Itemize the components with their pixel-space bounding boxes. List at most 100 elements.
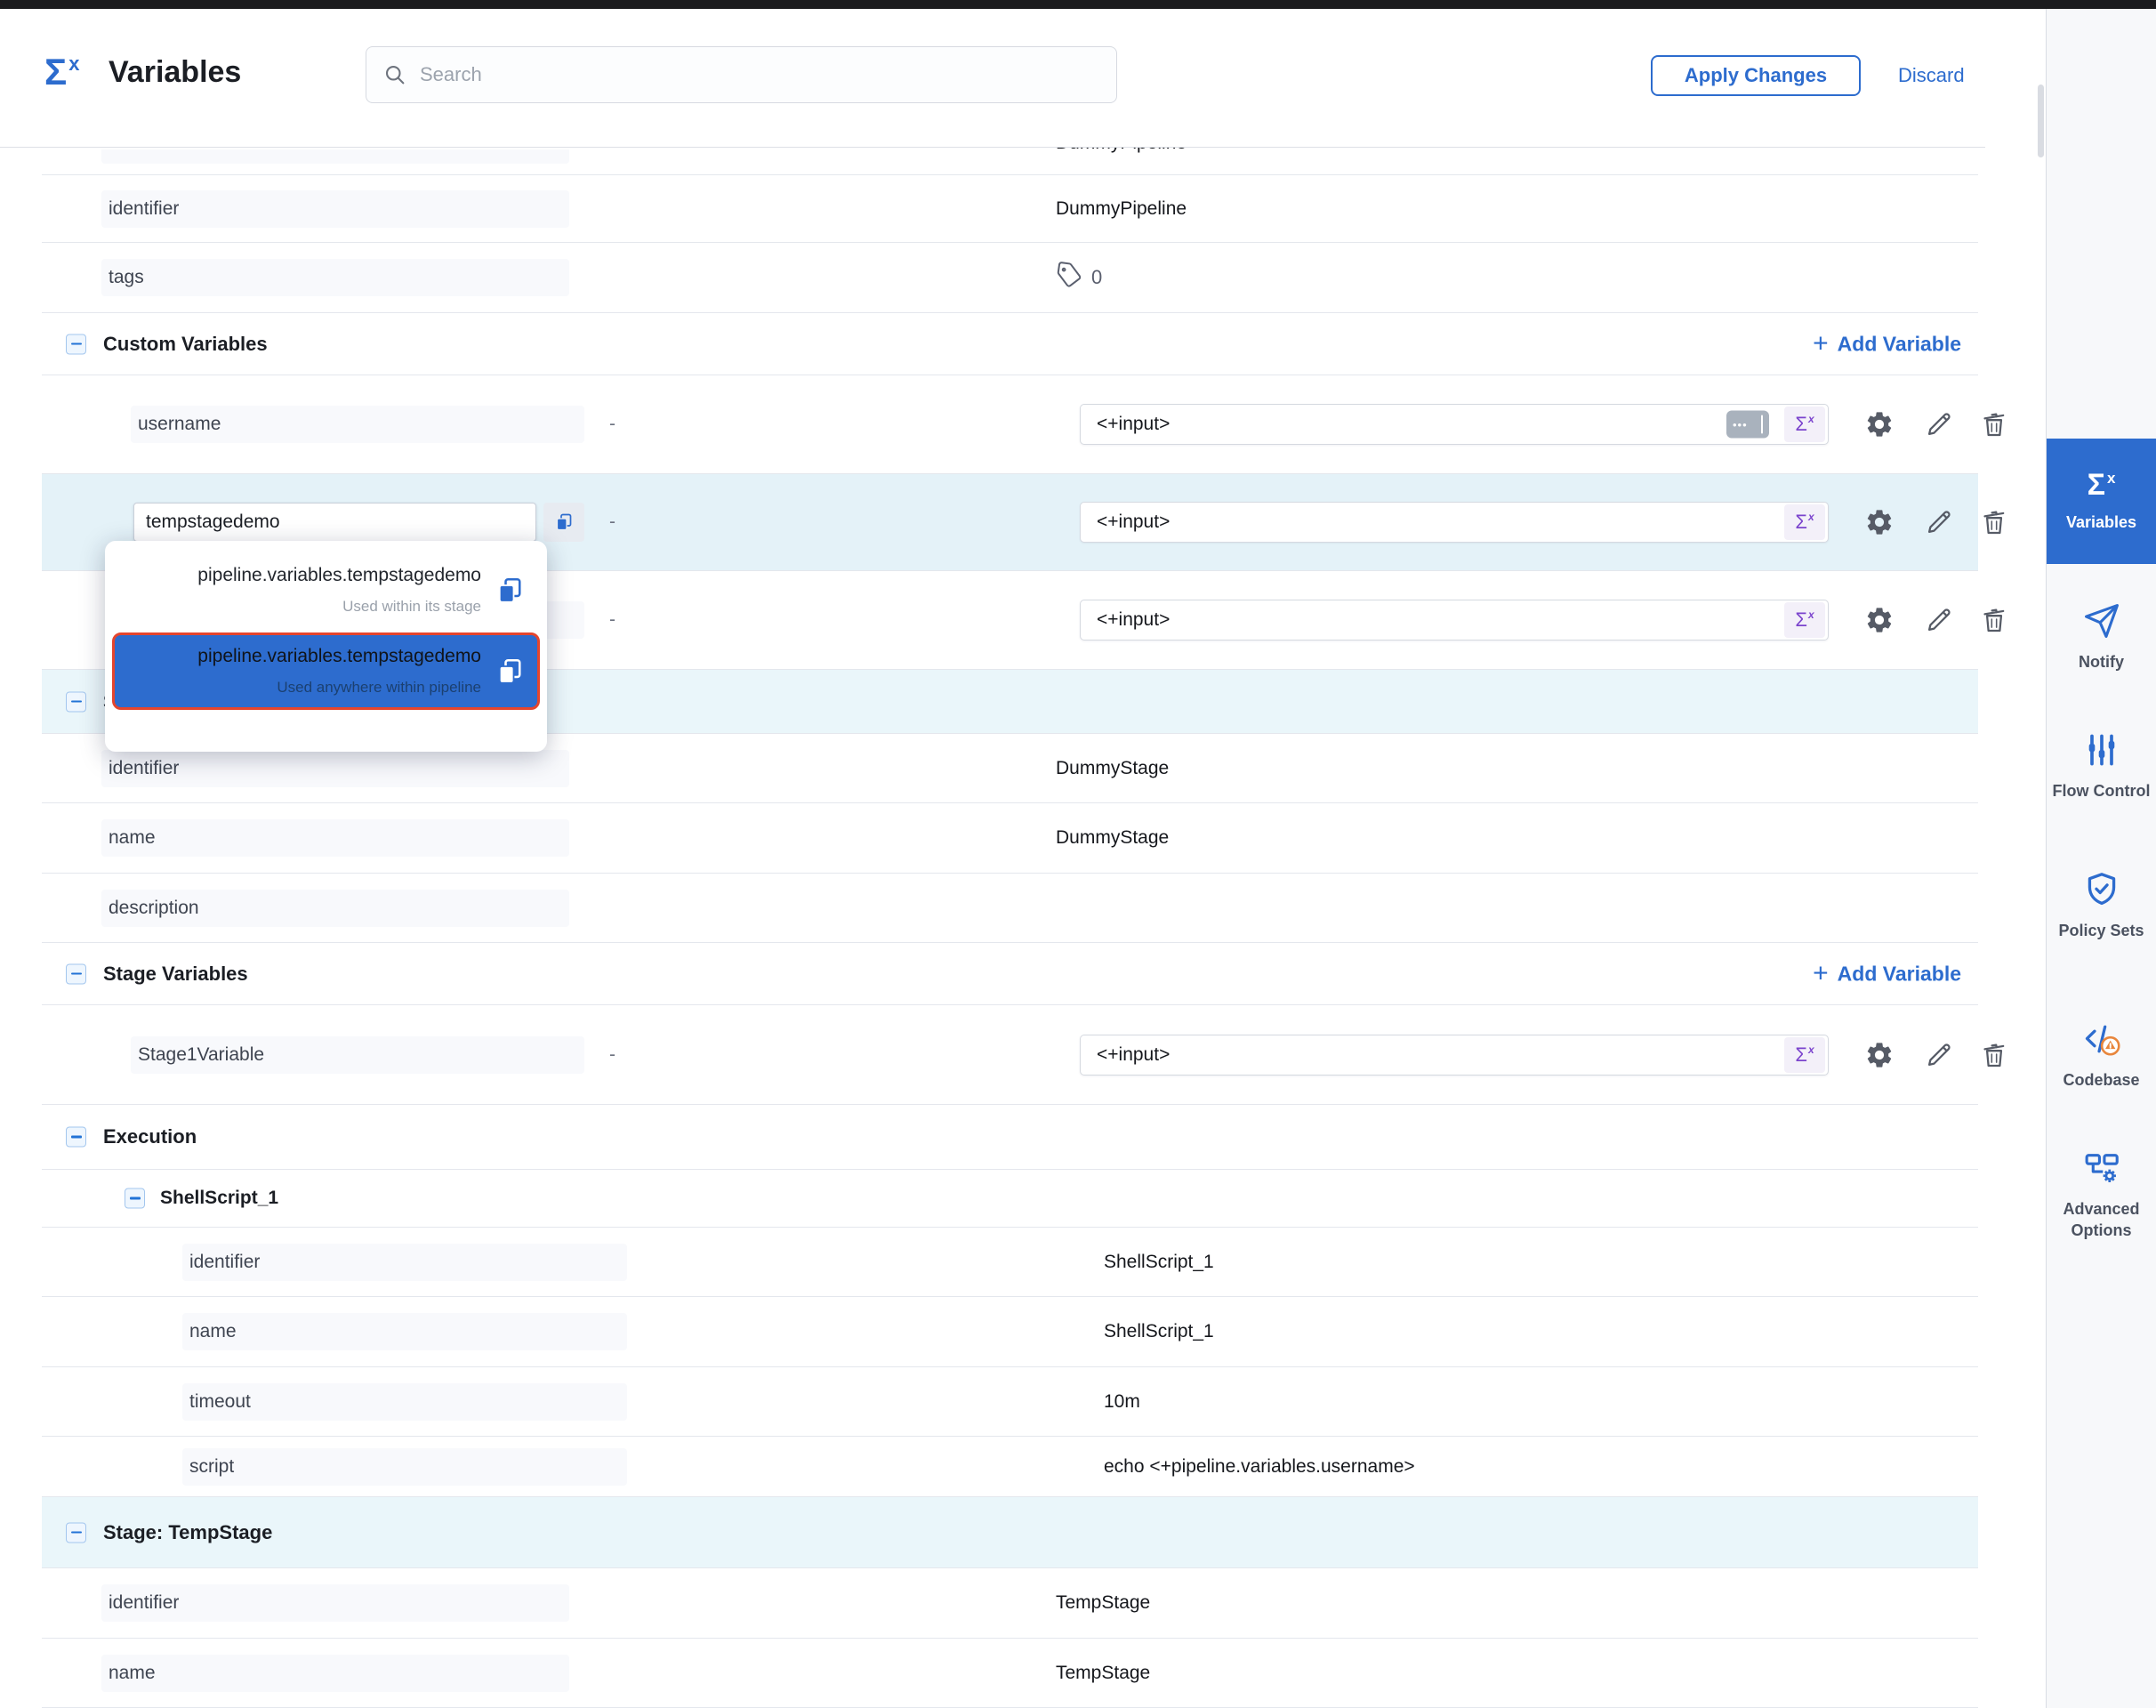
variable-value-input[interactable]: <+input> Σx <box>1080 404 1829 445</box>
sigma-x-icon: Σx <box>2088 470 2116 500</box>
variable-value-input[interactable]: <+input>Σx <box>1080 1035 1829 1076</box>
variable-description-dash: - <box>609 414 615 435</box>
collapse-toggle-icon[interactable] <box>66 1522 86 1543</box>
variable-edit-button[interactable] <box>1924 409 1954 439</box>
expression-sigma-icon[interactable]: Σx <box>1784 407 1825 442</box>
field-label-pill: name <box>101 1655 569 1692</box>
shield-check-icon <box>2082 870 2121 909</box>
field-row: name ShellScript_1 <box>42 1297 1978 1367</box>
variable-settings-button[interactable] <box>1864 507 1895 537</box>
copy-variable-path-button[interactable] <box>543 503 584 542</box>
sidebar-item-label: Codebase <box>2057 1070 2144 1092</box>
field-label: identifier <box>109 1592 179 1614</box>
field-label: name <box>109 827 156 849</box>
code-warning-icon <box>2082 1019 2121 1059</box>
copy-option-path: pipeline.variables.tempstagedemo <box>132 565 481 586</box>
sidebar-item-notify[interactable]: Notify <box>2047 601 2156 673</box>
plus-icon: + <box>1813 334 1829 355</box>
tag-count: 0 <box>1091 266 1102 289</box>
section-title: Execution <box>103 1125 197 1148</box>
variable-edit-button[interactable] <box>1924 1040 1954 1070</box>
field-label: tags <box>109 267 144 288</box>
copy-option-scope: Used within its stage <box>132 598 481 616</box>
variable-description-dash: - <box>609 512 615 533</box>
window-top-bar <box>0 0 2156 9</box>
field-row: timeout10m <box>42 1367 1978 1437</box>
section-header-row: Execution <box>42 1105 1978 1170</box>
copy-icon[interactable] <box>494 656 526 688</box>
search-box[interactable] <box>366 46 1117 103</box>
plus-icon: + <box>1813 963 1829 985</box>
variable-row: username - <+input> Σx <box>42 375 1978 474</box>
copy-icon[interactable] <box>494 575 526 607</box>
variable-name: tempstagedemo <box>146 512 280 533</box>
field-label: name <box>189 1321 237 1342</box>
collapse-toggle-icon[interactable] <box>66 334 86 354</box>
variable-delete-button[interactable] <box>1979 507 2009 537</box>
expression-sigma-icon[interactable]: Σx <box>1784 504 1825 540</box>
expression-sigma-icon[interactable]: Σx <box>1784 602 1825 638</box>
copy-option-path: pipeline.variables.tempstagedemo <box>132 646 481 667</box>
variable-edit-button[interactable] <box>1924 507 1954 537</box>
section-header-row: Stage Variables+Add Variable <box>42 943 1978 1005</box>
variable-value-text: <+input> <box>1097 512 1170 533</box>
copy-option-pipeline-scope[interactable]: pipeline.variables.tempstagedemo Used an… <box>112 632 540 710</box>
copy-option-text: pipeline.variables.tempstagedemo Used wi… <box>132 565 481 616</box>
sidebar-item-flow-control[interactable]: Flow Control <box>2047 730 2156 802</box>
variable-delete-button[interactable] <box>1979 605 2009 635</box>
section-header-row: Stage: TempStage <box>42 1497 1978 1568</box>
copy-option-stage-scope[interactable]: pipeline.variables.tempstagedemo Used wi… <box>112 552 540 629</box>
expression-sigma-icon[interactable]: Σx <box>1784 1037 1825 1073</box>
add-variable-button[interactable]: +Add Variable <box>1807 961 1967 987</box>
variable-settings-button[interactable] <box>1864 409 1895 439</box>
field-row: scriptecho <+pipeline.variables.username… <box>42 1437 1978 1497</box>
field-value: TempStage <box>1056 1592 1150 1614</box>
variable-settings-button[interactable] <box>1864 605 1895 635</box>
variable-edit-button[interactable] <box>1924 605 1954 635</box>
variable-value-text: <+input> <box>1097 414 1170 435</box>
field-row: identifierShellScript_1 <box>42 1228 1978 1297</box>
page-title: Variables <box>109 55 241 90</box>
flowchart-gear-icon <box>2082 1148 2121 1188</box>
variable-delete-button[interactable] <box>1979 409 2009 439</box>
field-value: DummyStage <box>1056 758 1169 779</box>
collapse-toggle-icon[interactable] <box>66 691 86 712</box>
tags-row: tags 0 <box>42 243 1978 313</box>
field-label-pill: identifier <box>101 750 569 787</box>
field-value: ShellScript_1 <box>1104 1321 1214 1342</box>
variable-name-pill: Stage1Variable <box>131 1036 584 1074</box>
sidebar-item-advanced-options[interactable]: Advanced Options <box>2047 1148 2156 1242</box>
search-input[interactable] <box>418 62 1116 87</box>
field-label-pill: timeout <box>182 1383 627 1421</box>
collapse-toggle-icon[interactable] <box>125 1188 145 1209</box>
field-label: identifier <box>109 198 179 220</box>
tag-icon <box>1056 262 1082 294</box>
variable-value-input[interactable]: <+input> Σx <box>1080 502 1829 543</box>
search-icon <box>382 62 407 87</box>
variable-name-pill: username <box>131 406 584 443</box>
tags-value: 0 <box>1056 262 1102 294</box>
field-label: timeout <box>189 1391 251 1413</box>
variable-name-input[interactable]: tempstagedemo <box>133 503 536 542</box>
variable-name: username <box>138 414 221 435</box>
variable-delete-button[interactable] <box>1979 1040 2009 1070</box>
value-options-icon[interactable] <box>1726 411 1769 439</box>
variables-logo-icon: Σx <box>44 53 79 91</box>
field-value: DummyPipeline <box>1056 198 1187 220</box>
field-label-pill: identifier <box>101 190 569 228</box>
field-label-pill: script <box>182 1448 627 1486</box>
sidebar-item-codebase[interactable]: Codebase <box>2047 1019 2156 1092</box>
discard-button[interactable]: Discard <box>1893 60 1970 91</box>
collapse-toggle-icon[interactable] <box>66 1127 86 1148</box>
collapse-toggle-icon[interactable] <box>66 963 86 984</box>
add-variable-button[interactable]: +Add Variable <box>1807 331 1967 357</box>
variable-settings-button[interactable] <box>1864 1040 1895 1070</box>
field-label-pill <box>101 149 569 164</box>
clipped-row: DummyPipeline <box>42 148 1978 175</box>
sidebar-item-variables[interactable]: Σx Variables <box>2047 439 2156 564</box>
variable-value-input[interactable]: <+input>Σx <box>1080 600 1829 640</box>
apply-changes-button[interactable]: Apply Changes <box>1651 55 1861 96</box>
field-value-clipped: DummyPipeline <box>1056 148 1187 159</box>
scrollbar-thumb[interactable] <box>2038 85 2044 157</box>
sidebar-item-policy-sets[interactable]: Policy Sets <box>2047 870 2156 942</box>
